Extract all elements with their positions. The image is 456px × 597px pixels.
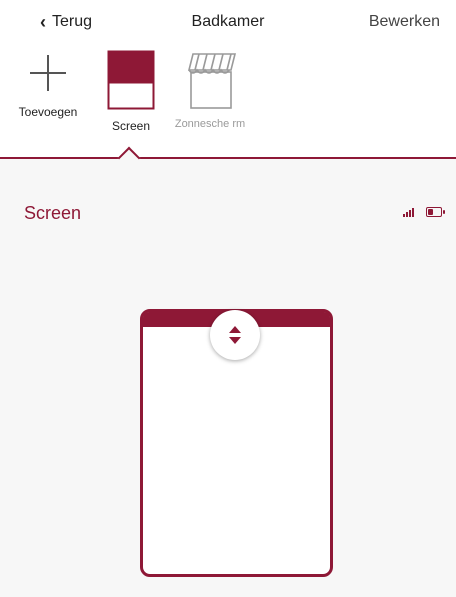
device-label: Screen <box>111 119 151 133</box>
nav-bar: ‹ Terug Badkamer Bewerken <box>0 0 456 46</box>
add-device-button[interactable]: Toevoegen <box>8 50 88 119</box>
screen-visual <box>140 309 333 577</box>
edit-button[interactable]: Bewerken <box>369 13 440 31</box>
status-indicators <box>403 207 445 217</box>
device-zonnescherm[interactable]: Zonnesche rm <box>170 50 250 130</box>
chevron-left-icon: ‹ <box>40 12 46 32</box>
plus-icon <box>30 55 66 91</box>
signal-icon <box>403 207 414 217</box>
up-down-arrows-icon <box>229 326 241 344</box>
page-title: Badkamer <box>191 13 265 30</box>
back-label: Terug <box>52 13 93 30</box>
awning-icon <box>187 53 237 109</box>
device-label: Toevoegen <box>18 105 78 119</box>
device-screen[interactable]: Screen <box>96 50 166 133</box>
device-panel: Screen <box>0 159 456 597</box>
back-button[interactable]: ‹ Terug <box>40 13 92 31</box>
panel-title: Screen <box>24 203 82 223</box>
battery-icon <box>426 207 445 217</box>
device-selector: Toevoegen Screen Zonnesche rm <box>0 50 456 160</box>
screen-icon <box>107 50 155 110</box>
device-label: Zonnesche rm <box>174 118 246 130</box>
screen-position-handle[interactable] <box>210 310 260 360</box>
